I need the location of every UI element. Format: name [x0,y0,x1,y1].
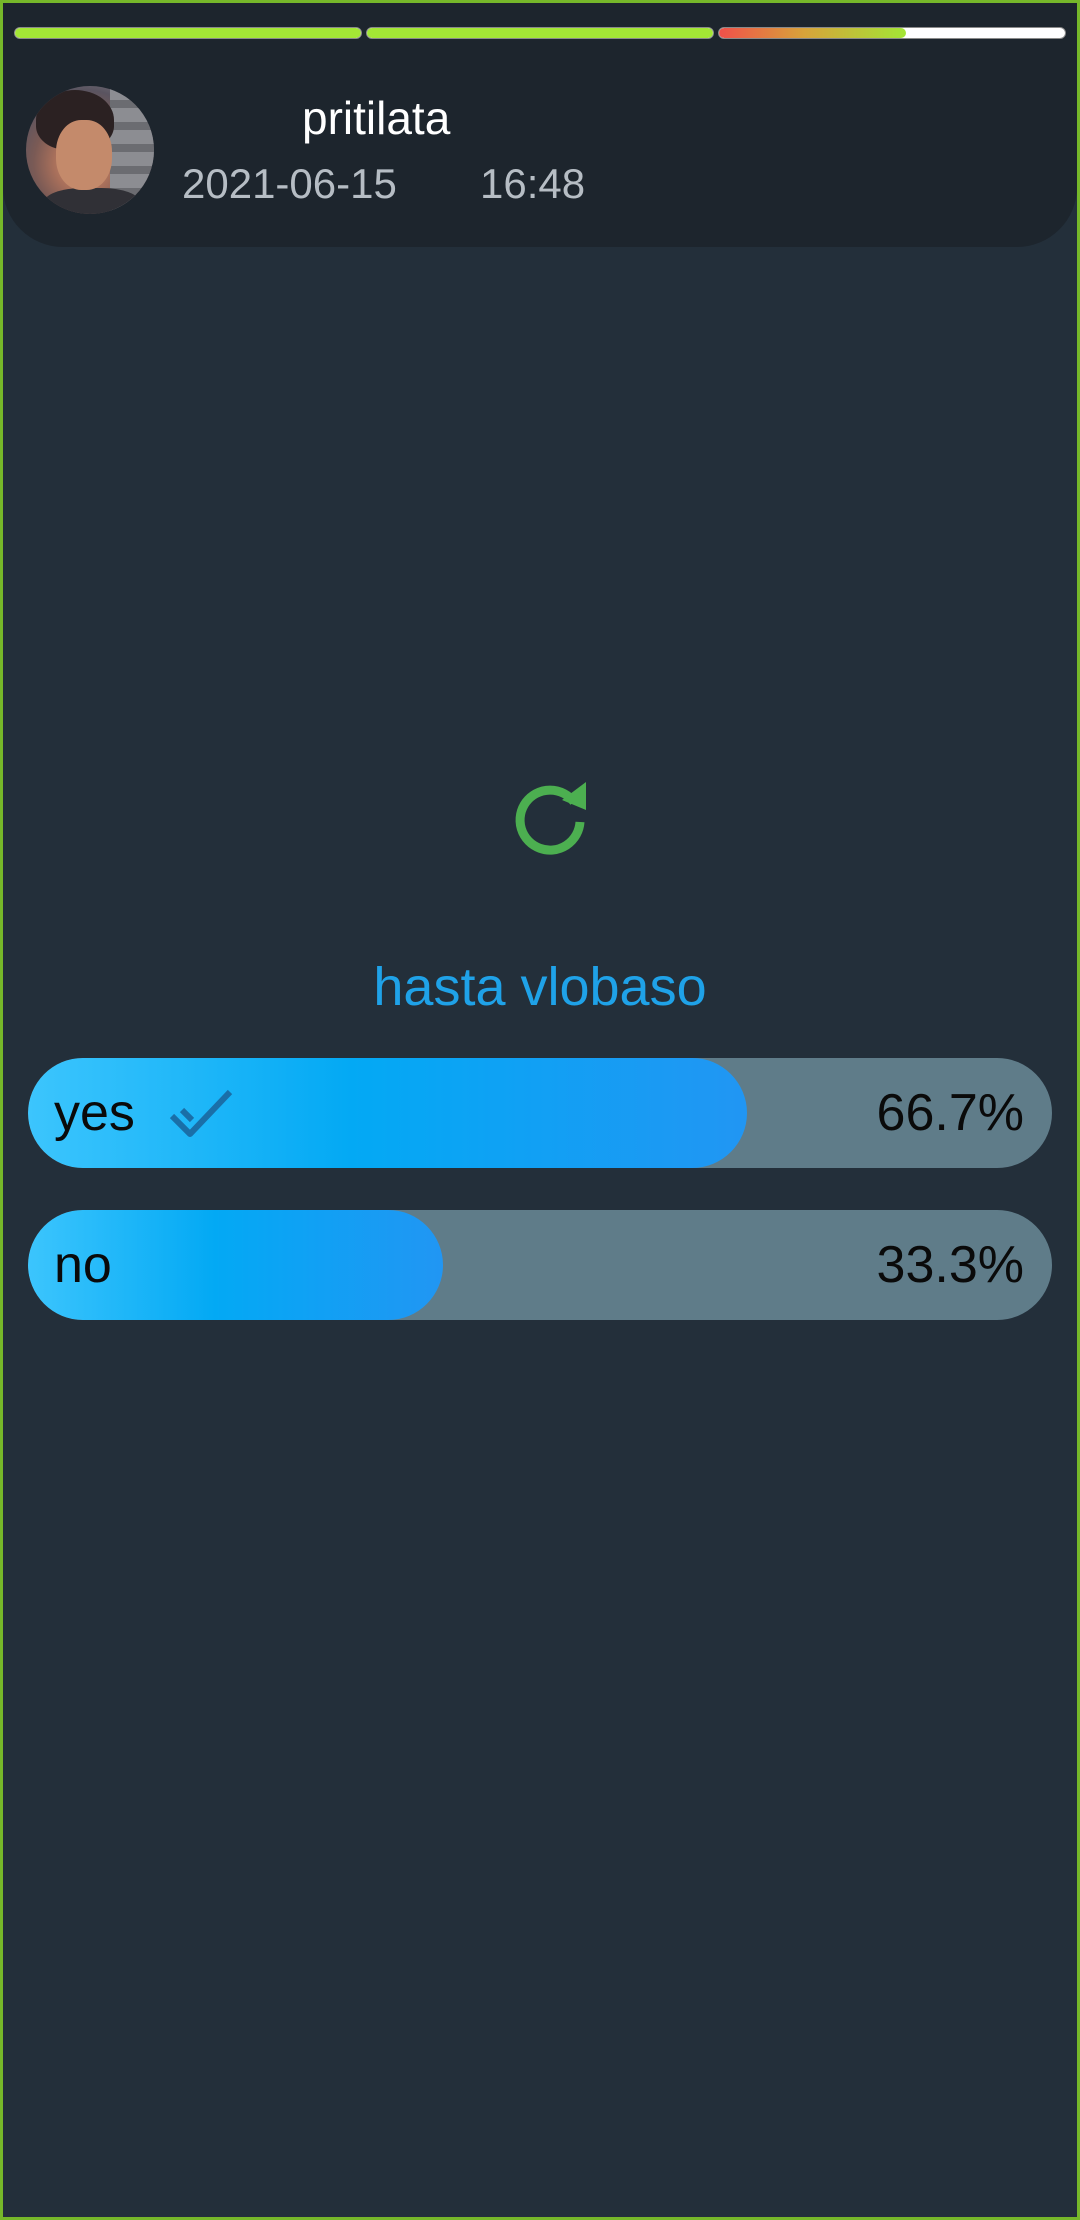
post-time: 16:48 [480,160,586,207]
progress-segment-3 [718,27,1066,39]
progress-fill [719,28,906,38]
story-progress [14,27,1066,39]
poll-option-percent: 33.3% [876,1236,1024,1294]
avatar-face [56,120,112,190]
poll-option-label: no [54,1236,112,1294]
check-icon [169,1089,233,1137]
progress-segment-2 [366,27,714,39]
poll-question: hasta vlobaso [373,957,707,1017]
poll-option-label: yes [54,1084,135,1142]
post-date: 2021-06-15 [182,160,397,207]
poll-option-yes[interactable]: yes 66.7% [28,1058,1052,1168]
username[interactable]: pritilata [302,92,450,144]
refresh-icon[interactable] [510,776,592,858]
poll-option-bar [28,1058,747,1168]
poll-option-no[interactable]: no 33.3% [28,1210,1052,1320]
story-header [3,3,1077,247]
progress-fill [367,28,713,38]
avatar[interactable] [26,86,154,214]
avatar-shirt [44,188,140,214]
progress-fill [15,28,361,38]
progress-segment-1 [14,27,362,39]
poll-option-percent: 66.7% [876,1084,1024,1142]
